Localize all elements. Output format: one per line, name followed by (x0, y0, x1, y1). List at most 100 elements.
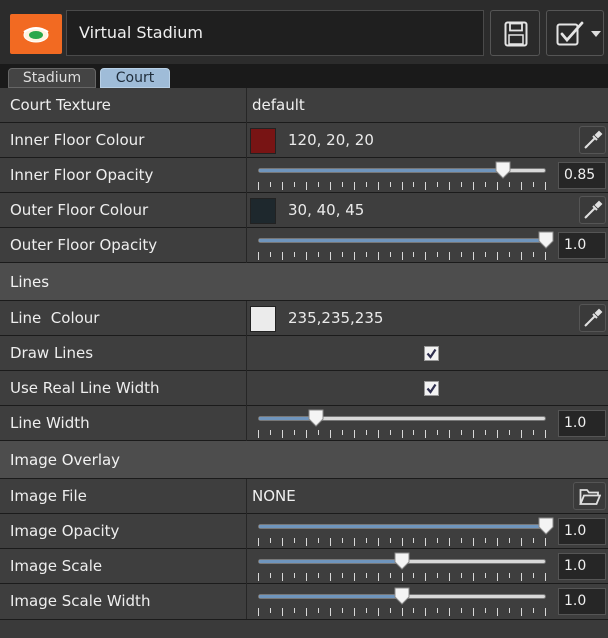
outer-floor-opacity-input[interactable]: 1.0 (558, 232, 606, 259)
tab-bar: Stadium Court (0, 64, 608, 88)
eyedropper-button[interactable] (579, 304, 606, 332)
use-real-line-width-checkbox[interactable] (424, 381, 439, 396)
outer-floor-opacity-row: Outer Floor Opacity 1.0 (0, 228, 608, 263)
slider-tick (270, 430, 271, 435)
slider-tick (318, 573, 319, 578)
slider-tick (366, 252, 367, 257)
line-width-input[interactable]: 1.0 (558, 410, 606, 437)
slider-tick (354, 430, 355, 438)
slider-tick (270, 608, 271, 613)
outer-floor-opacity-slider[interactable] (256, 230, 554, 260)
slider-tick (509, 538, 510, 543)
inner-floor-colour-label: Inner Floor Colour (10, 131, 145, 149)
slider-tick (545, 608, 546, 616)
slider-tick (402, 538, 403, 546)
slider-tick (258, 608, 259, 616)
slider-tick (306, 182, 307, 190)
slider-tick (258, 182, 259, 190)
slider-tick (342, 538, 343, 543)
save-button[interactable] (490, 10, 540, 56)
slider-tick (402, 182, 403, 190)
eyedropper-button[interactable] (579, 126, 606, 154)
slider-fill (259, 239, 545, 242)
slider-tick (390, 252, 391, 257)
slider-tick (294, 182, 295, 187)
window-title: Virtual Stadium (79, 23, 203, 42)
slider-ticks (258, 573, 546, 581)
image-scale-width-input[interactable]: 1.0 (558, 588, 606, 615)
inner-floor-colour-swatch[interactable] (250, 128, 276, 154)
lines-section-header[interactable]: Lines (0, 263, 608, 301)
slider-thumb[interactable] (495, 161, 511, 179)
slider-thumb[interactable] (308, 409, 324, 427)
slider-track[interactable] (258, 238, 546, 243)
slider-tick (497, 538, 498, 546)
header: Virtual Stadium (0, 0, 608, 64)
slider-track[interactable] (258, 524, 546, 529)
image-opacity-slider[interactable] (256, 516, 554, 546)
title-field[interactable]: Virtual Stadium (66, 10, 484, 56)
draw-lines-row: Draw Lines (0, 336, 608, 371)
slider-tick (390, 430, 391, 435)
slider-tick (413, 608, 414, 613)
slider-tick (318, 430, 319, 435)
image-scale-width-slider[interactable] (256, 586, 550, 616)
line-colour-label: Line Colour (10, 309, 100, 327)
image-scale-input[interactable]: 1.0 (558, 553, 606, 580)
slider-tick (437, 252, 438, 257)
slider-tick (461, 608, 462, 613)
image-file-row: Image File NONE (0, 479, 608, 514)
tab-stadium[interactable]: Stadium (8, 68, 96, 88)
slider-tick (330, 573, 331, 581)
options-dropdown-button[interactable] (546, 10, 604, 56)
image-scale-slider[interactable] (256, 551, 550, 581)
slider-tick (533, 430, 534, 435)
inner-floor-colour-value[interactable]: 120, 20, 20 (288, 131, 374, 149)
slider-tick (282, 538, 283, 546)
line-colour-swatch[interactable] (250, 306, 276, 332)
eyedropper-icon (584, 130, 603, 149)
court-texture-value[interactable]: default (252, 96, 305, 114)
stadium-icon[interactable] (10, 14, 62, 54)
slider-tick (461, 182, 462, 187)
slider-tick (497, 182, 498, 190)
slider-tick (509, 430, 510, 435)
slider-tick (497, 430, 498, 438)
slider-tick (449, 430, 450, 438)
slider-track[interactable] (258, 416, 546, 421)
image-opacity-row: Image Opacity 1.0 (0, 514, 608, 549)
line-colour-value[interactable]: 235,235,235 (288, 309, 383, 327)
slider-tick (354, 538, 355, 546)
slider-tick (354, 573, 355, 581)
image-opacity-label: Image Opacity (10, 522, 120, 540)
slider-thumb[interactable] (394, 552, 410, 570)
inner-floor-colour-row: Inner Floor Colour 120, 20, 20 (0, 123, 608, 158)
outer-floor-colour-swatch[interactable] (250, 198, 276, 224)
line-width-row: Line Width 1.0 (0, 406, 608, 441)
image-opacity-input[interactable]: 1.0 (558, 518, 606, 545)
slider-tick (461, 573, 462, 578)
slider-tick (342, 430, 343, 435)
outer-floor-opacity-label: Outer Floor Opacity (10, 236, 158, 254)
slider-tick (485, 538, 486, 543)
slider-thumb[interactable] (538, 231, 554, 249)
slider-tick (473, 608, 474, 616)
eyedropper-button[interactable] (579, 196, 606, 224)
folder-open-icon (579, 489, 601, 505)
outer-floor-colour-value[interactable]: 30, 40, 45 (288, 201, 364, 219)
slider-tick (473, 573, 474, 581)
slider-thumb[interactable] (538, 517, 554, 535)
inner-floor-opacity-slider[interactable] (256, 160, 550, 190)
slider-tick (270, 538, 271, 543)
open-file-button[interactable] (573, 482, 606, 510)
slider-fill (259, 595, 402, 598)
slider-thumb[interactable] (394, 587, 410, 605)
image-overlay-section-header[interactable]: Image Overlay (0, 441, 608, 479)
slider-ticks (258, 538, 546, 546)
slider-tick (294, 430, 295, 435)
line-width-slider[interactable] (256, 408, 550, 438)
slider-tick (425, 573, 426, 581)
inner-floor-opacity-input[interactable]: 0.85 (558, 162, 606, 189)
draw-lines-checkbox[interactable] (424, 346, 439, 361)
tab-court[interactable]: Court (100, 68, 170, 88)
